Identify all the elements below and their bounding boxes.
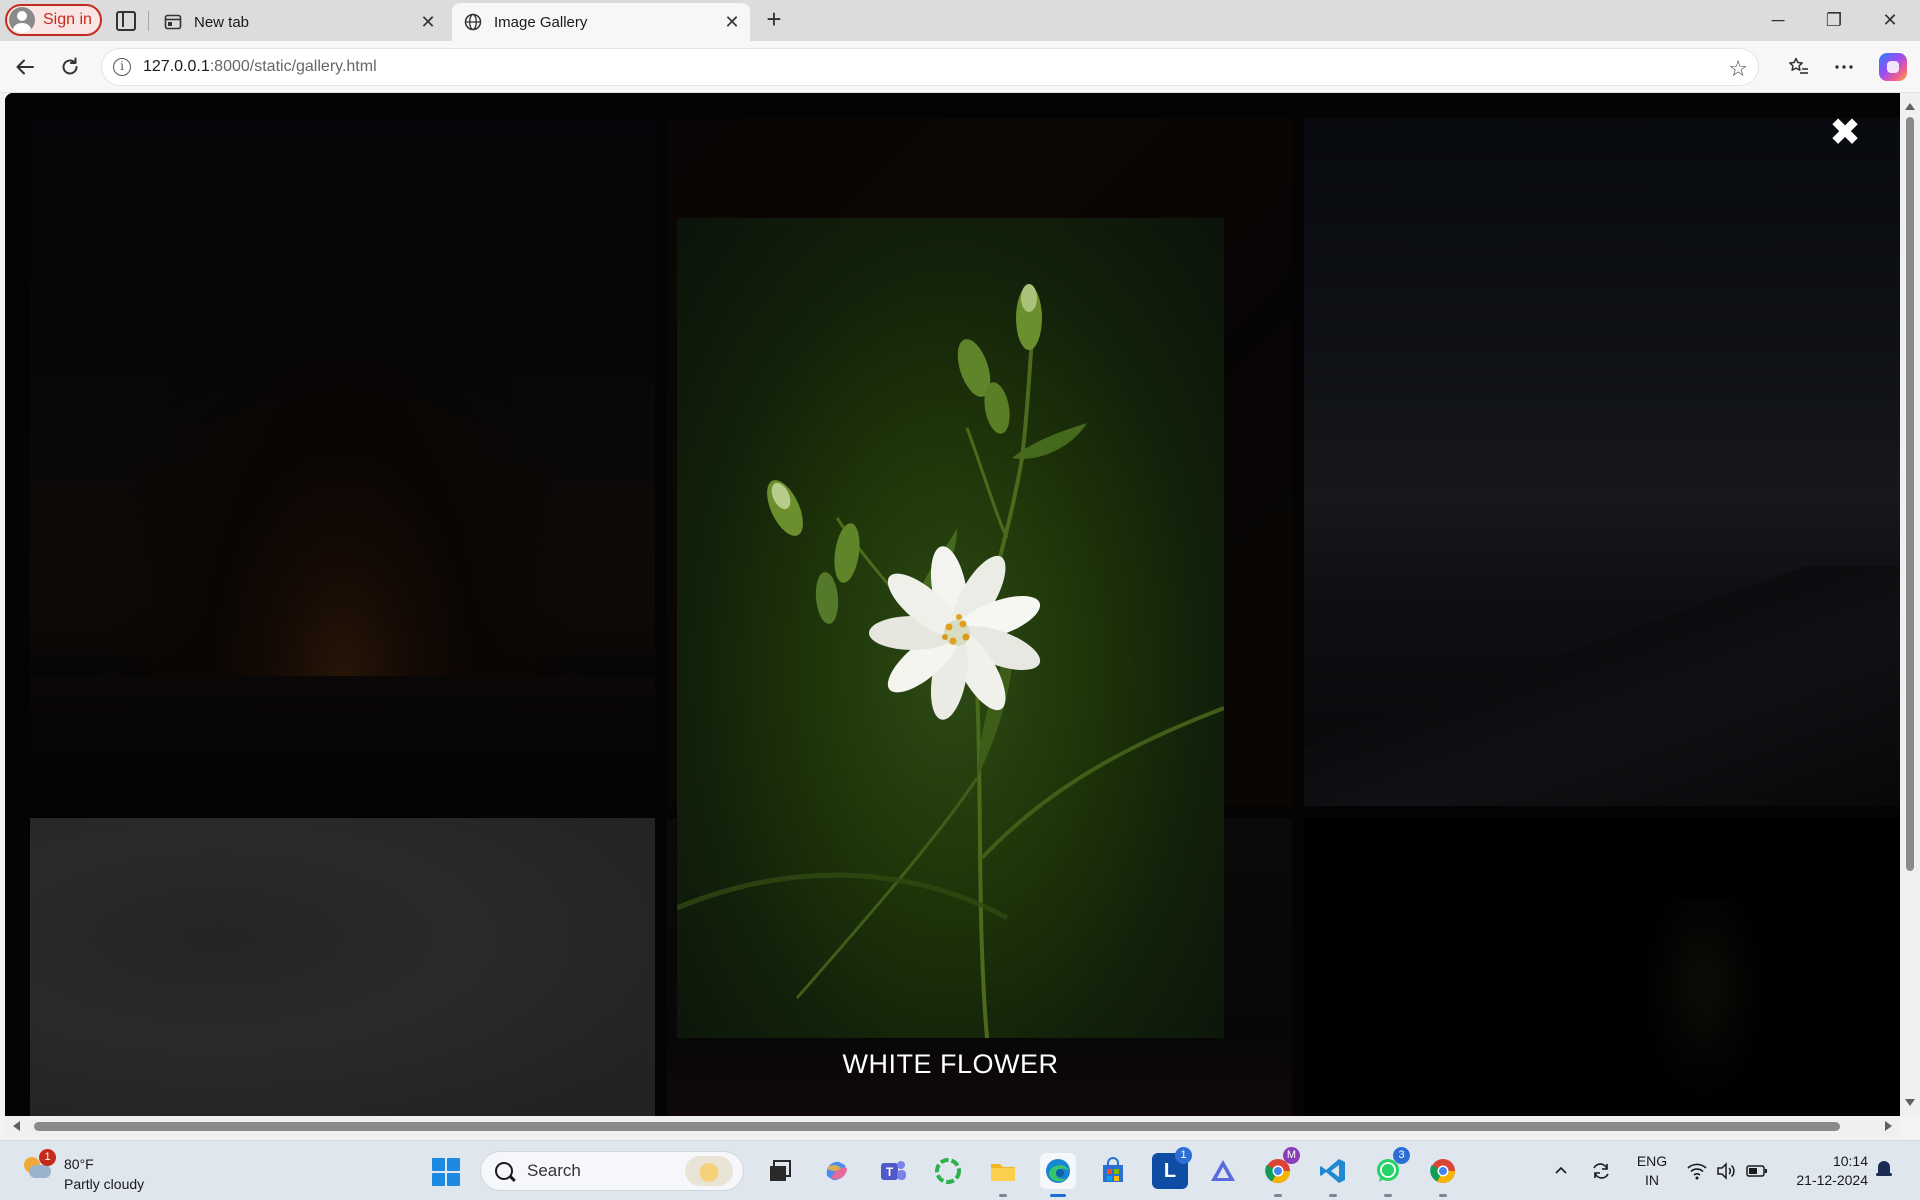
search-icon	[495, 1162, 513, 1180]
url-text: 127.0.0.1:8000/static/gallery.html	[143, 58, 377, 76]
teams-icon[interactable]: T	[875, 1153, 911, 1189]
newtab-page-icon	[164, 13, 182, 31]
scroll-up-arrow-icon[interactable]	[1905, 103, 1915, 110]
settings-menu-button[interactable]	[1828, 51, 1860, 83]
running-indicator	[999, 1194, 1007, 1197]
lightbox-close-icon[interactable]: ✖	[1827, 114, 1863, 152]
browser-toolbar: i 127.0.0.1:8000/static/gallery.html ☆	[0, 41, 1920, 93]
site-info-icon[interactable]: i	[113, 58, 131, 76]
svg-text:T: T	[886, 1165, 894, 1179]
more-dots-icon	[1835, 65, 1853, 69]
sync-status-icon[interactable]	[1590, 1141, 1612, 1200]
tab-close-icon[interactable]: ✕	[418, 12, 438, 32]
language-region: IN	[1645, 1172, 1659, 1188]
favorite-star-icon[interactable]: ☆	[1728, 56, 1748, 82]
profile-avatar-icon	[9, 7, 35, 33]
running-indicator	[1274, 1194, 1282, 1197]
favorites-button[interactable]	[1783, 51, 1815, 83]
tab-actions-menu-icon[interactable]	[113, 9, 137, 31]
taskbar-search-box[interactable]: Search	[480, 1151, 744, 1191]
file-explorer-icon[interactable]	[985, 1153, 1021, 1197]
running-indicator	[1050, 1194, 1066, 1197]
running-indicator	[1329, 1194, 1337, 1197]
wifi-icon[interactable]	[1686, 1141, 1708, 1200]
tab-separator	[148, 11, 149, 31]
copilot-app-icon[interactable]	[818, 1153, 854, 1189]
copilot-icon[interactable]	[1879, 53, 1907, 81]
url-path: :8000/static/gallery.html	[209, 58, 377, 75]
notification-badge: 3	[1393, 1147, 1410, 1164]
weather-temperature: 80°F	[64, 1156, 94, 1172]
back-button[interactable]	[9, 51, 41, 83]
restore-button[interactable]: ❐	[1806, 0, 1862, 40]
weather-alert-badge: 1	[39, 1149, 56, 1166]
language-code: ENG	[1636, 1153, 1668, 1169]
new-tab-button[interactable]: +	[760, 6, 788, 34]
reload-button[interactable]	[54, 51, 86, 83]
sync-app-icon[interactable]	[930, 1153, 966, 1189]
tab-title: Image Gallery	[494, 13, 588, 31]
window-close-button[interactable]: ✕	[1862, 0, 1918, 40]
notification-bell-icon[interactable]	[1876, 1161, 1892, 1179]
vscode-icon[interactable]	[1315, 1153, 1351, 1197]
running-indicator	[1384, 1194, 1392, 1197]
lightbox-image	[677, 218, 1224, 1038]
tab-close-icon[interactable]: ✕	[722, 12, 742, 32]
lightbox-caption: WHITE FLOWER	[842, 1049, 1059, 1079]
notification-badge: 1	[1175, 1147, 1192, 1164]
profile-sign-in-button[interactable]: Sign in	[5, 4, 102, 36]
back-arrow-icon	[16, 59, 34, 75]
battery-icon[interactable]	[1746, 1141, 1768, 1200]
address-bar[interactable]: i 127.0.0.1:8000/static/gallery.html ☆	[101, 48, 1759, 86]
show-hidden-icons-chevron-icon[interactable]	[1553, 1141, 1569, 1200]
chrome-icon[interactable]	[1425, 1153, 1461, 1197]
favorites-list-icon	[1789, 57, 1808, 74]
vertical-scrollbar[interactable]	[1900, 93, 1920, 1116]
taskbar-clock[interactable]: 10:14 21-12-2024	[1782, 1152, 1868, 1190]
page-viewport: WHITE FLOWER ✖	[5, 93, 1900, 1116]
running-indicator	[1439, 1194, 1447, 1197]
profile-badge: M	[1283, 1147, 1300, 1164]
tab-title: New tab	[194, 13, 250, 31]
clock-time: 10:14	[1832, 1153, 1868, 1169]
horizontal-scrollbar[interactable]	[5, 1116, 1900, 1137]
scroll-right-arrow-icon[interactable]	[1885, 1121, 1892, 1131]
globe-icon	[464, 13, 482, 31]
url-host: 127.0.0.1	[143, 58, 210, 75]
language-indicator[interactable]: ENG IN	[1634, 1152, 1670, 1190]
clock-date: 21-12-2024	[1796, 1172, 1868, 1188]
volume-icon[interactable]	[1716, 1141, 1736, 1200]
task-view-icon[interactable]	[762, 1153, 798, 1189]
search-highlight-icon	[685, 1156, 733, 1186]
l-app-letter: L	[1163, 1159, 1177, 1182]
windows-start-icon[interactable]	[432, 1158, 460, 1186]
sign-in-label: Sign in	[43, 11, 92, 28]
tab-image-gallery[interactable]: Image Gallery ✕	[452, 3, 750, 41]
l-app-icon[interactable]: L 1	[1152, 1147, 1192, 1189]
white-flower-illustration	[677, 284, 1224, 1038]
scroll-down-arrow-icon[interactable]	[1905, 1099, 1915, 1106]
tab-strip: Sign in New tab ✕ Image Gallery ✕ + ─ ❐ …	[0, 0, 1920, 41]
tab-new-tab[interactable]: New tab ✕	[152, 3, 446, 41]
horizontal-scroll-thumb[interactable]	[34, 1122, 1840, 1131]
weather-widget[interactable]: 1 80°F Partly cloudy	[22, 1149, 202, 1193]
edge-browser-icon[interactable]	[1040, 1153, 1076, 1197]
vertical-scroll-thumb[interactable]	[1906, 117, 1914, 871]
minimize-button[interactable]: ─	[1750, 0, 1806, 40]
scroll-left-arrow-icon[interactable]	[13, 1121, 20, 1131]
chrome-profile-icon[interactable]: M	[1260, 1147, 1300, 1197]
search-label: Search	[527, 1161, 581, 1180]
reload-icon	[62, 57, 78, 75]
whatsapp-icon[interactable]: 3	[1370, 1147, 1410, 1197]
triangle-app-icon[interactable]	[1205, 1153, 1241, 1189]
weather-condition: Partly cloudy	[64, 1176, 145, 1192]
windows-taskbar: 1 80°F Partly cloudy Search T L 1 M 3 EN…	[0, 1140, 1920, 1200]
microsoft-store-icon[interactable]	[1095, 1153, 1131, 1189]
